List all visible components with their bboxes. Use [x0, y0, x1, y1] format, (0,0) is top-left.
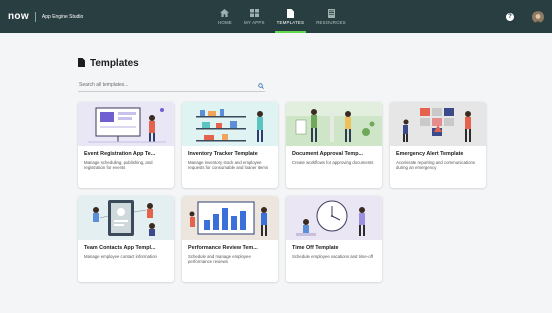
nav-my-apps-label: MY APPS: [243, 20, 265, 25]
template-title: Team Contacts App Templ...: [84, 245, 156, 251]
page-header: Templates: [78, 54, 478, 72]
home-icon: [219, 8, 231, 18]
event-registration-illustration: [78, 102, 174, 146]
template-search: [78, 78, 265, 92]
templates-page: Templates Search all templates... Event …: [78, 54, 486, 282]
template-title: Inventory Tracker Template: [188, 151, 258, 157]
nav-resources[interactable]: RESOURCES: [312, 0, 350, 33]
inventory-tracker-illustration: [182, 102, 278, 146]
page-title: Templates: [90, 57, 139, 69]
grid-icon: [248, 8, 260, 18]
template-description: Schedule employee vacations and time-off: [292, 254, 373, 259]
nav-my-apps[interactable]: MY APPS: [240, 0, 269, 33]
nav-templates[interactable]: TEMPLATES: [273, 0, 309, 33]
document-approval-illustration: [286, 102, 382, 146]
brand-divider: [34, 11, 36, 22]
nav-home-label: HOME: [218, 20, 232, 25]
document-icon: [284, 8, 296, 18]
servicenow-logo: now: [8, 11, 29, 22]
template-card-emergency-alert[interactable]: Emergency Alert Template Accelerate repo…: [390, 102, 486, 188]
template-description: Manage scheduling, publishing, and regis…: [84, 160, 153, 171]
brand[interactable]: now App Engine Studio: [0, 0, 83, 33]
template-card-inventory-tracker[interactable]: Inventory Tracker Template Manage invent…: [182, 102, 278, 188]
template-card-document-approval[interactable]: Document Approval Temp... Create workflo…: [286, 102, 382, 188]
template-card-performance-review[interactable]: Performance Review Tem... Schedule and m…: [182, 196, 278, 282]
performance-review-illustration: [182, 196, 278, 240]
template-title: Emergency Alert Template: [396, 151, 464, 157]
help-icon[interactable]: ?: [506, 12, 514, 21]
template-grid: Event Registration App Te... Manage sche…: [78, 102, 486, 282]
emergency-alert-illustration: [390, 102, 486, 146]
template-title: Event Registration App Te...: [84, 151, 156, 157]
search-input[interactable]: [79, 81, 239, 88]
avatar[interactable]: [532, 10, 544, 23]
app-name: App Engine Studio: [41, 13, 84, 20]
team-contacts-illustration: [78, 196, 174, 240]
template-card-event-registration[interactable]: Event Registration App Te... Manage sche…: [78, 102, 174, 188]
template-title: Document Approval Temp...: [292, 151, 363, 157]
template-title: Time Off Template: [292, 245, 339, 251]
template-description: Manage inventory stock and employee requ…: [188, 160, 269, 171]
nav-resources-label: RESOURCES: [316, 20, 346, 25]
book-icon: [325, 8, 337, 18]
template-description: Accelerate reporting and communications …: [396, 160, 476, 171]
top-navigation-bar: now App Engine Studio HOME MY APPS TEMPL…: [0, 0, 552, 33]
search-icon[interactable]: [258, 76, 264, 94]
template-description: Schedule and manage employee performance…: [188, 254, 251, 265]
main-nav: HOME MY APPS TEMPLATES RESOURCES: [212, 0, 352, 33]
template-card-time-off[interactable]: Time Off Template Schedule employee vaca…: [286, 196, 382, 282]
template-description: Manage employee contact information: [84, 254, 157, 259]
templates-document-icon: [78, 54, 85, 72]
nav-templates-label: TEMPLATES: [276, 20, 305, 25]
template-title: Performance Review Tem...: [188, 245, 258, 251]
template-card-team-contacts[interactable]: Team Contacts App Templ... Manage employ…: [78, 196, 174, 282]
template-description: Create workflows for approving documents: [292, 160, 374, 165]
header-actions: ?: [506, 0, 544, 33]
nav-home[interactable]: HOME: [214, 0, 236, 33]
time-off-illustration: [286, 196, 382, 240]
